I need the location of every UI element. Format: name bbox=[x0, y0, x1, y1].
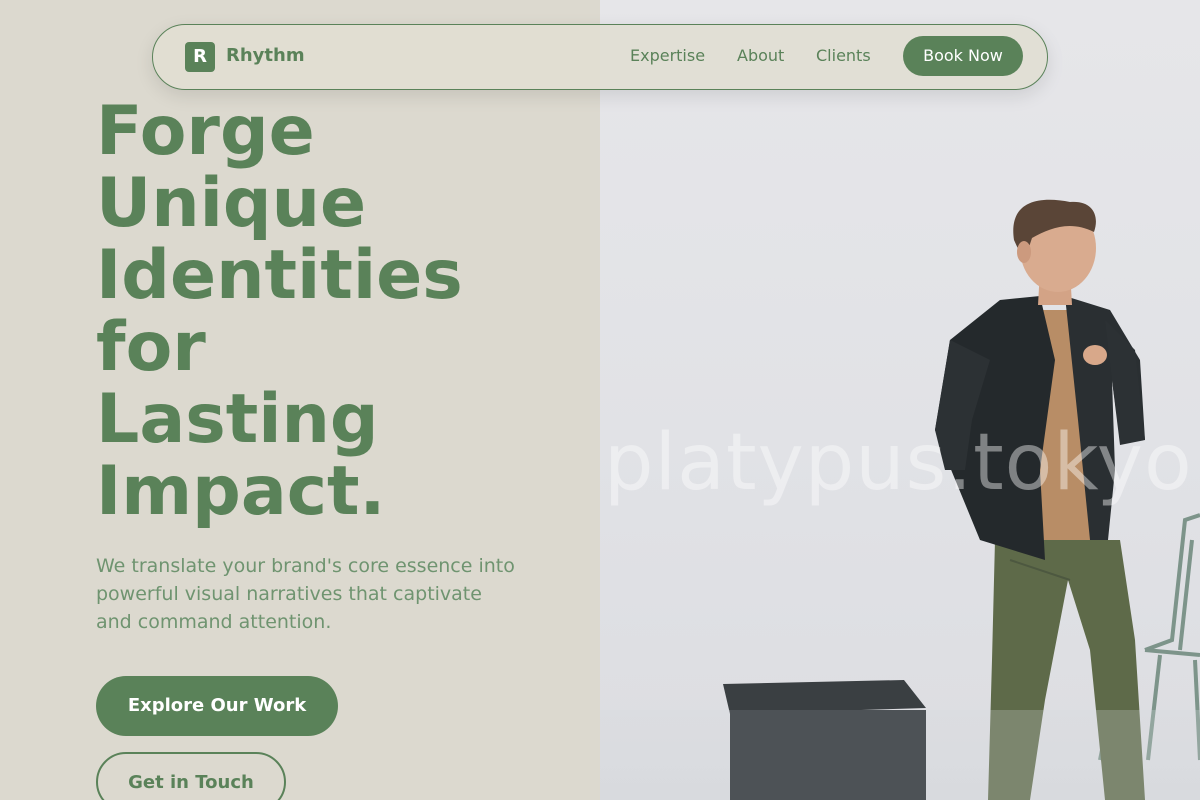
hero-title-line: Unique bbox=[96, 164, 367, 243]
get-in-touch-button[interactable]: Get in Touch bbox=[96, 752, 286, 800]
logo-icon[interactable]: R bbox=[185, 42, 215, 72]
person-photo bbox=[600, 199, 1200, 800]
book-now-button[interactable]: Book Now bbox=[903, 36, 1023, 76]
hero-title-line: Forge bbox=[96, 92, 315, 171]
nav-link-clients[interactable]: Clients bbox=[816, 46, 871, 65]
nav-link-expertise[interactable]: Expertise bbox=[630, 46, 705, 65]
watermark-text: platypus.tokyo bbox=[604, 418, 1193, 508]
hero-title-line: Lasting bbox=[96, 380, 379, 459]
hero-image: platypus.tokyo bbox=[600, 0, 1200, 800]
top-navbar: R Rhythm Expertise About Clients Book No… bbox=[152, 24, 1048, 90]
brand-name[interactable]: Rhythm bbox=[226, 45, 305, 66]
explore-work-button[interactable]: Explore Our Work bbox=[96, 676, 338, 736]
hero-title: Forge Unique Identities for Lasting Impa… bbox=[96, 96, 596, 528]
nav-link-about[interactable]: About bbox=[737, 46, 784, 65]
hero-title-line: Impact. bbox=[96, 452, 386, 531]
hero-title-line: for bbox=[96, 308, 206, 387]
hero-description: We translate your brand's core essence i… bbox=[96, 555, 515, 633]
hero-title-line: Identities bbox=[96, 236, 463, 315]
